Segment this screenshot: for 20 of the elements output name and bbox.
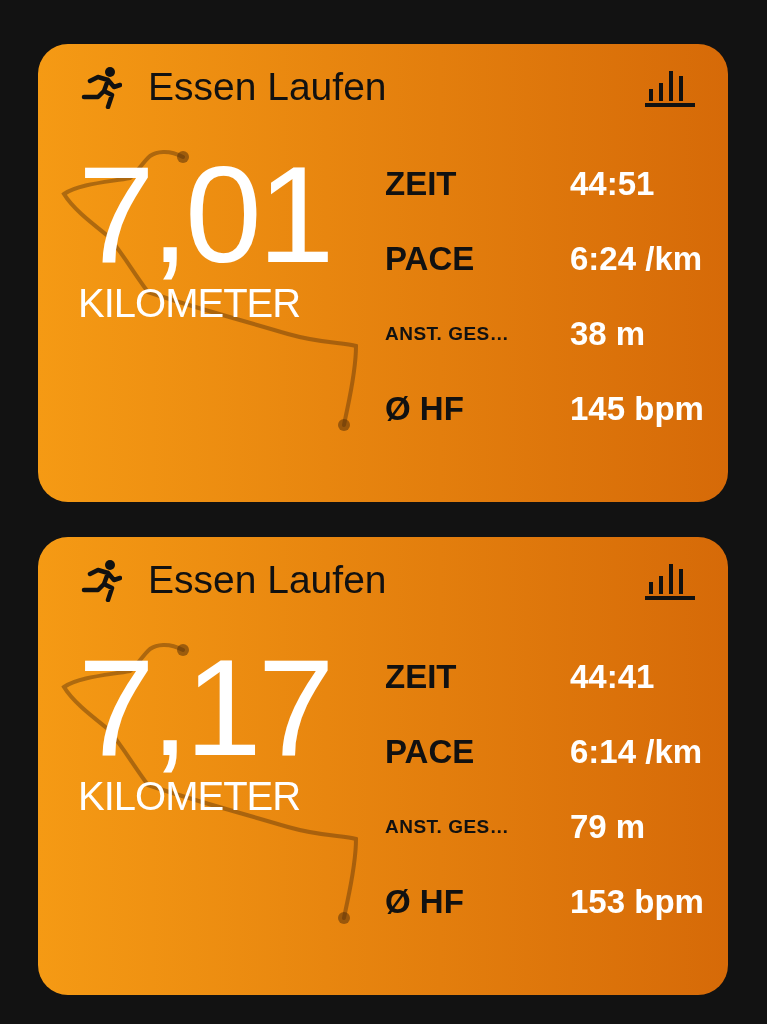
workout-title: Essen Laufen (148, 65, 388, 109)
metric-value: 145 bpm (570, 389, 704, 428)
metric-label: ANST. GES… (385, 322, 511, 345)
metric-label: PACE (385, 239, 476, 278)
metric-value: 44:41 (570, 657, 656, 696)
metric-label: ZEIT (385, 657, 458, 696)
workout-card[interactable]: Essen Laufen 7,17 KILOMETER ZEIT 44:41 PACE 6:14 /km ANST. GES… 79 m Ø HF 153 bpm (38, 537, 728, 995)
metric-value: 79 m (570, 807, 647, 846)
workout-card[interactable]: Essen Laufen 7,01 KILOMETER ZEIT 44:51 PACE 6:24 /km ANST. GES… 38 m Ø HF 145 bpm (38, 44, 728, 502)
metric-value: 44:51 (570, 164, 656, 203)
metric-value: 153 bpm (570, 882, 704, 921)
metric-label: ANST. GES… (385, 815, 511, 838)
metric-value: 38 m (570, 314, 647, 353)
metric-value: 6:14 /km (570, 732, 704, 771)
metric-value: 6:24 /km (570, 239, 704, 278)
metric-label: PACE (385, 732, 476, 771)
workout-title: Essen Laufen (148, 558, 388, 602)
metric-label: Ø HF (385, 389, 465, 428)
metric-label: ZEIT (385, 164, 458, 203)
metric-label: Ø HF (385, 882, 465, 921)
